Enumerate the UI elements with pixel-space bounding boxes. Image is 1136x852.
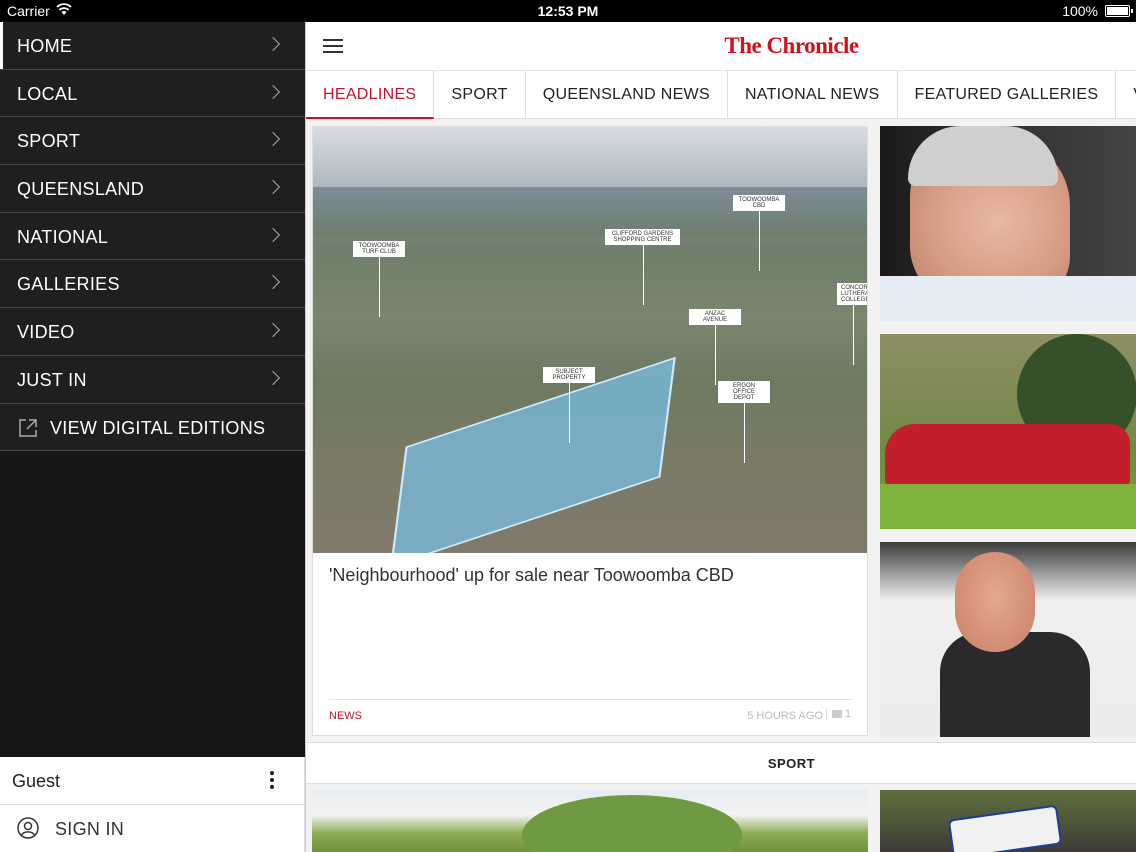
sidebar-item-national[interactable]: NATIONAL: [0, 212, 305, 261]
section-title: SPORT: [767, 756, 816, 771]
tab-queensland-news[interactable]: QUEENSLAND NEWS: [526, 71, 728, 119]
tab-headlines[interactable]: HEADLINES: [306, 71, 435, 119]
user-panel: Guest SIGN IN: [0, 757, 305, 852]
status-bar: Carrier 12:53 PM 100%: [0, 0, 1136, 22]
sign-in-label: SIGN IN: [55, 819, 125, 839]
sidebar-item-label: VIDEO: [17, 322, 75, 343]
tab-national-news[interactable]: NATIONAL NEWS: [728, 71, 898, 119]
map-tag: CONCORDIA LUTHERAN COLLEGE: [837, 283, 867, 365]
sidebar-item-local[interactable]: LOCAL: [0, 69, 305, 118]
person-icon: [17, 817, 39, 839]
section-tabs: HEADLINES SPORT QUEENSLAND NEWS NATIONAL…: [306, 71, 1136, 119]
sidebar-item-label: NATIONAL: [17, 226, 109, 247]
tab-sport[interactable]: SPORT: [434, 71, 526, 119]
chevron-right-icon: [265, 84, 281, 99]
site-logo: The Chronicle: [724, 33, 859, 58]
sidebar-item-queensland[interactable]: QUEENSLAND: [0, 165, 305, 213]
map-tag: ERGON OFFICE DEPOT: [718, 381, 770, 463]
sidebar-item-just-in[interactable]: JUST IN: [0, 355, 305, 404]
map-tag: SUBJECT PROPERTY: [543, 367, 595, 443]
sidebar-item-video[interactable]: VIDEO: [0, 308, 305, 356]
map-tag: TOOWOOMBA TURF CLUB: [353, 241, 405, 317]
map-tag: CLIFFORD GARDENS SHOPPING CENTRE: [605, 229, 680, 305]
story-timestamp: 5 HOURS AGO: [747, 710, 823, 722]
story-headline[interactable]: 'Neighbourhood' up for sale near Toowoom…: [329, 565, 734, 586]
sidebar-item-sport[interactable]: SPORT: [0, 117, 305, 166]
sidebar-item-label: JUST IN: [17, 369, 87, 390]
subject-property-overlay: [390, 356, 676, 553]
chevron-right-icon: [265, 227, 281, 242]
sidebar-item-label: SPORT: [17, 131, 81, 152]
sidebar-item-label: LOCAL: [17, 83, 78, 104]
user-name: Guest: [12, 771, 61, 791]
story-footer: NEWS 5 HOURS AGO 1: [329, 699, 851, 729]
chevron-right-icon: [265, 323, 281, 338]
comment-icon: [831, 710, 842, 719]
comment-count-value: 1: [844, 708, 851, 720]
chevron-right-icon: [265, 36, 281, 52]
map-tag: ANZAC AVENUE: [689, 309, 741, 385]
story-thumbnail[interactable]: [880, 334, 1136, 529]
external-link-icon: [19, 418, 37, 437]
battery-icon: [1105, 5, 1133, 17]
comment-count[interactable]: 1: [825, 708, 851, 720]
battery-percent: 100%: [1062, 3, 1098, 19]
chevron-right-icon: [265, 370, 281, 385]
sign-in-button[interactable]: SIGN IN: [0, 805, 304, 852]
top-bar: The Chronicle: [306, 22, 1136, 71]
sidebar-item-label: GALLERIES: [17, 274, 120, 295]
chevron-right-icon: [265, 132, 281, 147]
section-header-sport: SPORT: [306, 742, 1136, 784]
sidebar-item-label: HOME: [17, 36, 73, 56]
chevron-right-icon: [265, 275, 281, 290]
story-thumbnail[interactable]: [880, 542, 1136, 737]
story-thumbnail[interactable]: [312, 790, 868, 852]
sidebar-item-label: QUEENSLAND: [17, 179, 145, 200]
clock: 12:53 PM: [537, 3, 599, 19]
tab-featured-galleries[interactable]: FEATURED GALLERIES: [898, 71, 1117, 119]
story-thumbnail[interactable]: [880, 126, 1136, 321]
guest-row: Guest: [0, 757, 304, 805]
chevron-right-icon: [265, 179, 281, 195]
sidebar: HOME LOCAL SPORT QUEENSLAND NATIONAL GAL…: [0, 22, 305, 852]
story-thumbnail[interactable]: [880, 790, 1136, 852]
sidebar-item-galleries[interactable]: GALLERIES: [0, 260, 305, 309]
main-content: The Chronicle HEADLINES SPORT QUEENSLAND…: [305, 22, 1136, 852]
digital-editions-label: VIEW DIGITAL EDITIONS: [50, 417, 266, 438]
sidebar-item-home[interactable]: HOME: [0, 22, 305, 70]
story-category[interactable]: NEWS: [329, 710, 362, 722]
map-tag: TOOWOOMBA CBD: [733, 195, 785, 271]
view-digital-editions-link[interactable]: VIEW DIGITAL EDITIONS: [0, 403, 305, 452]
story-image-aerial: TOOWOOMBA TURF CLUB CLIFFORD GARDENS SHO…: [313, 127, 867, 553]
more-options-icon[interactable]: [270, 771, 274, 791]
tab-video[interactable]: VIDEO: [1116, 71, 1136, 119]
main-story-card[interactable]: TOOWOOMBA TURF CLUB CLIFFORD GARDENS SHO…: [312, 126, 868, 736]
